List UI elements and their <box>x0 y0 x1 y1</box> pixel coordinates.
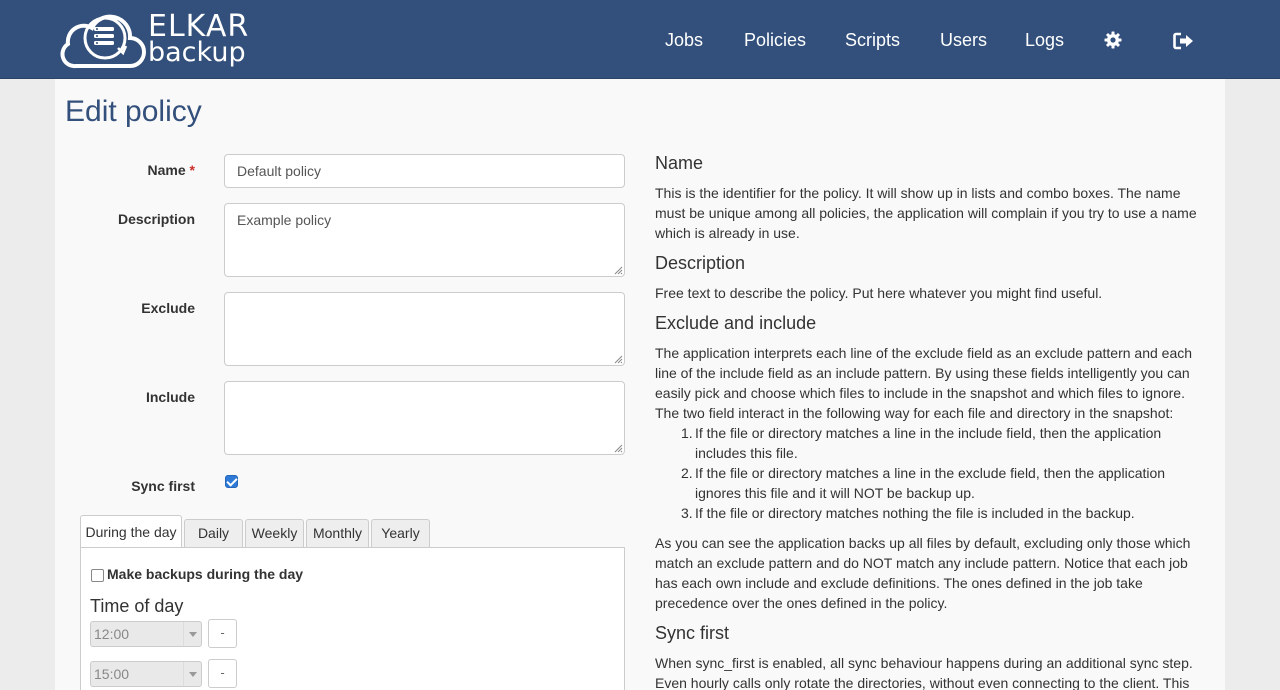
time-select-value: 15:00 <box>94 666 130 682</box>
sync-first-checkbox[interactable] <box>225 475 238 488</box>
help-name-title: Name <box>655 153 704 173</box>
logo-text-backup: backup <box>148 37 246 68</box>
list-item-number: 2. <box>681 465 693 481</box>
description-value: Example policy <box>237 212 332 228</box>
name-input[interactable]: Default policy <box>224 154 625 188</box>
sync-first-label: Sync first <box>131 478 195 494</box>
list-item: 2. If the file or directory matches a li… <box>681 463 1191 503</box>
tab-panel-during-the-day: Make backups during the day Time of day … <box>80 547 625 690</box>
page-title: Edit policy <box>65 95 202 128</box>
nav-policies[interactable]: Policies <box>744 30 806 51</box>
top-navbar: ELKAR backup Jobs Policies Scripts Users… <box>0 0 1280 79</box>
resize-grip-icon[interactable] <box>613 443 623 453</box>
required-mark: * <box>189 162 195 178</box>
gear-icon[interactable] <box>1104 31 1122 54</box>
help-rules-list: 1. If the file or directory matches a li… <box>681 423 1191 523</box>
tab-monthly[interactable]: Monthly <box>306 519 369 548</box>
help-name-text: This is the identifier for the policy. I… <box>655 185 1197 241</box>
tab-daily[interactable]: Daily <box>184 519 243 548</box>
list-item-number: 3. <box>681 505 693 521</box>
name-label-text: Name <box>147 162 186 178</box>
nav-users[interactable]: Users <box>940 30 987 51</box>
list-item-text: If the file or directory matches a line … <box>695 465 1166 501</box>
description-textarea[interactable]: Example policy <box>224 203 625 277</box>
resize-grip-icon[interactable] <box>613 265 623 275</box>
time-select-value: 12:00 <box>94 626 130 642</box>
remove-time-button[interactable]: - <box>208 659 237 688</box>
help-sync-title: Sync first <box>655 623 730 643</box>
help-description-text: Free text to describe the policy. Put he… <box>655 285 1103 301</box>
remove-time-button[interactable]: - <box>208 619 237 648</box>
resize-grip-icon[interactable] <box>613 354 623 364</box>
make-backups-label: Make backups during the day <box>107 566 304 582</box>
time-select[interactable]: 12:00 <box>90 621 202 647</box>
sign-out-icon[interactable] <box>1173 32 1195 55</box>
tab-weekly[interactable]: Weekly <box>245 519 304 548</box>
description-label: Description <box>117 211 195 227</box>
tab-yearly[interactable]: Yearly <box>371 519 430 548</box>
time-select[interactable]: 15:00 <box>90 661 202 687</box>
help-description-title: Description <box>655 253 746 273</box>
help-sync-text: When sync_first is enabled, all sync beh… <box>655 655 1193 690</box>
nav-scripts[interactable]: Scripts <box>845 30 900 51</box>
chevron-down-icon <box>183 662 201 686</box>
tab-during-the-day[interactable]: During the day <box>80 515 182 548</box>
include-label: Include <box>145 389 195 405</box>
help-exclude-text-2: As you can see the application backs up … <box>655 535 1191 611</box>
cloud-icon <box>60 14 146 69</box>
name-label: Name * <box>55 162 195 178</box>
include-textarea[interactable] <box>224 381 625 455</box>
help-exclude-text: The application interprets each line of … <box>655 345 1193 421</box>
main-content: Edit policy Name * Default policy Descri… <box>55 79 1225 690</box>
exclude-label: Exclude <box>141 300 195 316</box>
chevron-down-icon <box>183 622 201 646</box>
exclude-textarea[interactable] <box>224 292 625 366</box>
list-item: 3. If the file or directory matches noth… <box>681 503 1191 523</box>
list-item-text: If the file or directory matches nothing… <box>695 505 1135 521</box>
time-of-day-heading: Time of day <box>90 596 184 616</box>
list-item-number: 1. <box>681 425 693 441</box>
elkar-backup-logo[interactable]: ELKAR backup <box>60 8 250 72</box>
nav-jobs[interactable]: Jobs <box>665 30 703 51</box>
make-backups-checkbox[interactable] <box>91 569 104 582</box>
list-item-text: If the file or directory matches a line … <box>695 425 1162 461</box>
help-exclude-title: Exclude and include <box>655 313 817 333</box>
list-item: 1. If the file or directory matches a li… <box>681 423 1191 463</box>
nav-logs[interactable]: Logs <box>1025 30 1064 51</box>
